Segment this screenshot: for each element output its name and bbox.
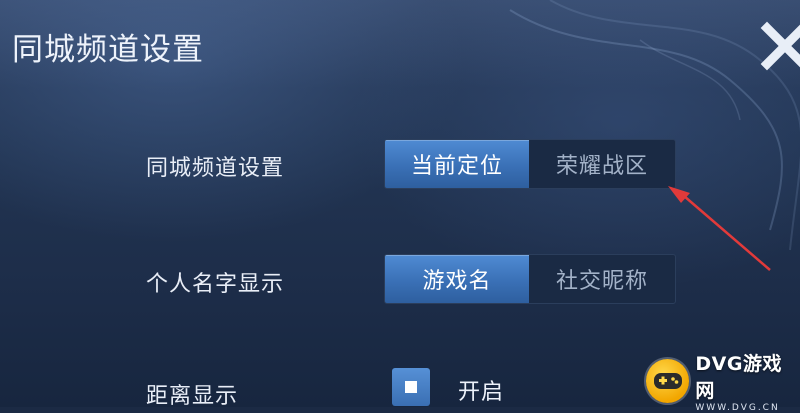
- gamepad-icon: [646, 358, 690, 403]
- watermark-url: WWW.DVG.CN: [695, 402, 780, 413]
- watermark: DVG游戏网 WWW.DVG.CN: [646, 353, 800, 413]
- red-arrow-icon: [668, 186, 771, 271]
- watermark-brand: DVG游戏网: [695, 352, 782, 402]
